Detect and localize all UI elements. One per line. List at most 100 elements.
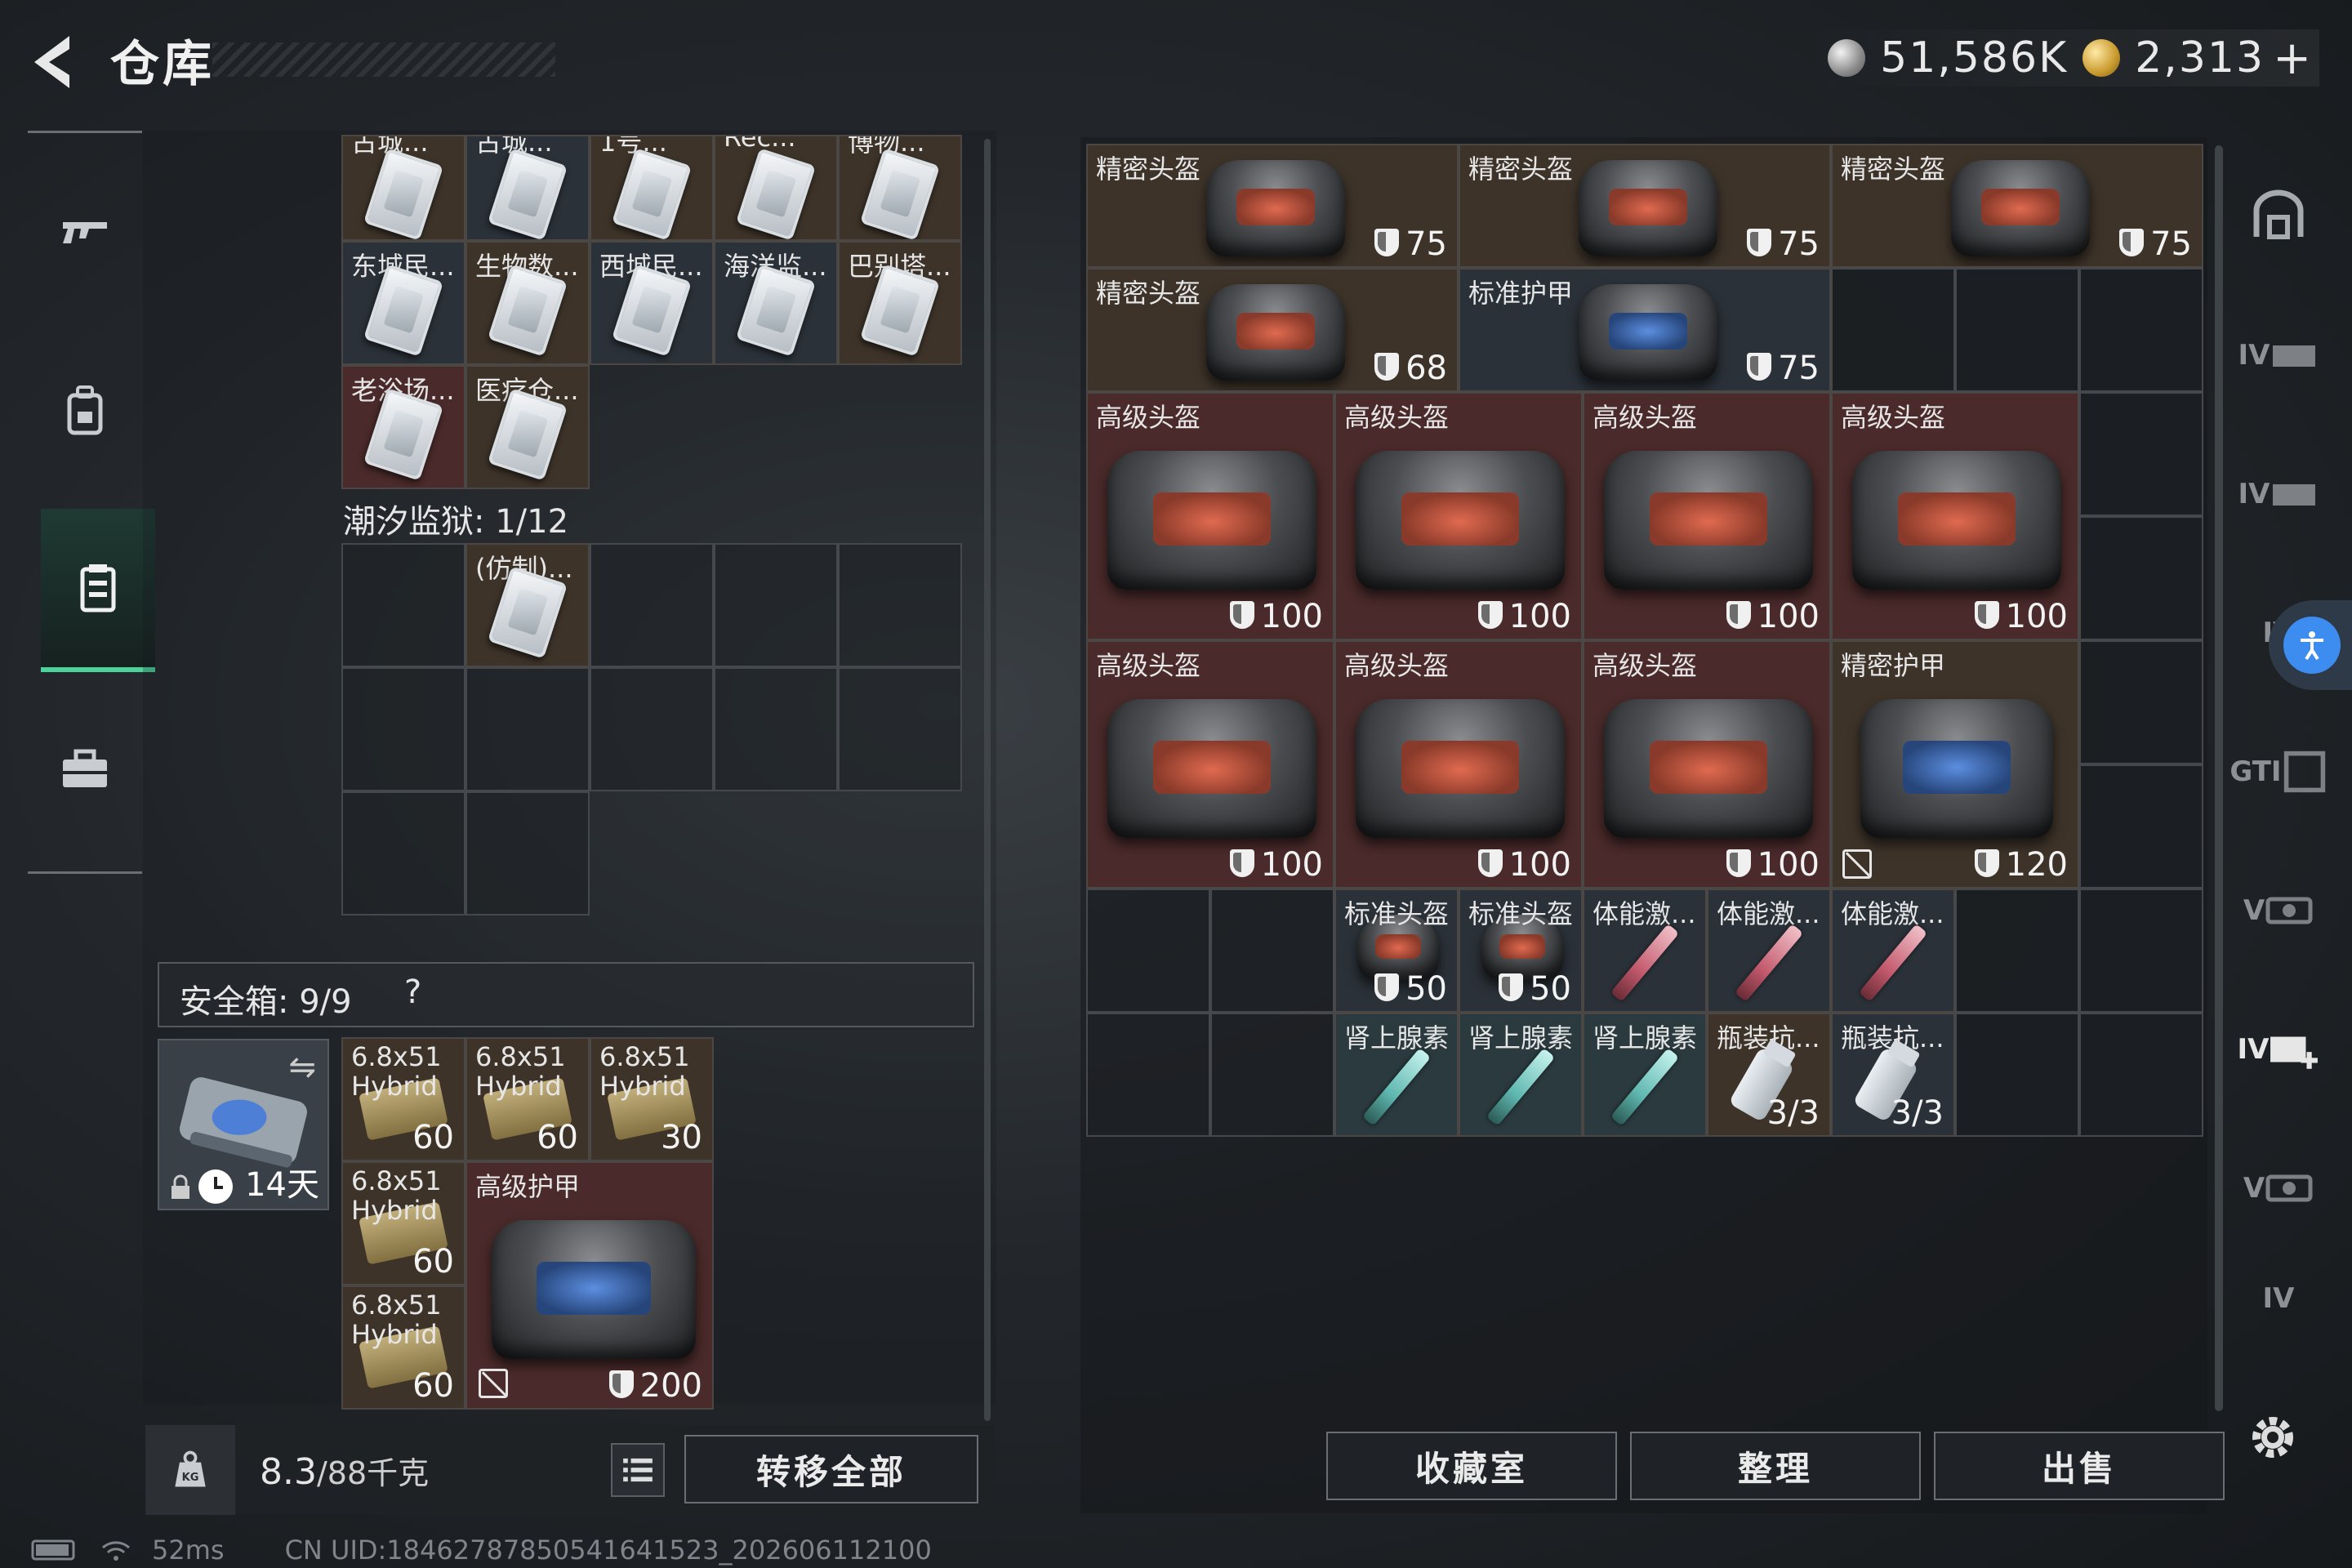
empty-slot[interactable] [2079,889,2203,1013]
storage-page-tab[interactable]: V [2230,841,2328,980]
access-card-item[interactable]: 博物... [838,135,962,241]
access-card-item[interactable]: 老浴场... [341,365,466,489]
helmet-item[interactable]: 精密头盔 75 [1831,144,2203,268]
sidebar-item-storage[interactable] [41,509,155,672]
empty-slot[interactable] [2079,392,2203,516]
storage-page-tab[interactable]: IV [2230,425,2328,564]
storage-page-tab[interactable]: IV [2230,1258,2328,1339]
adrenaline-item[interactable]: 肾上腺素 [1334,1013,1459,1137]
access-card-item[interactable]: 医疗仓... [466,365,590,489]
empty-slot[interactable] [1955,268,2079,392]
adrenaline-item[interactable]: 肾上腺素 [1583,1013,1707,1137]
transfer-all-button[interactable]: 转移全部 [684,1435,978,1503]
add-container-icon [2270,1036,2319,1069]
empty-slot[interactable] [1210,889,1334,1013]
access-card-item[interactable]: 生物数... [466,241,590,365]
back-button[interactable] [24,29,82,95]
list-view-button[interactable] [611,1443,665,1497]
empty-slot[interactable] [341,667,466,791]
empty-slot[interactable] [1086,1013,1210,1137]
helmet-item[interactable]: 高级头盔 100 [1086,640,1334,889]
storage-page-add-tab[interactable]: IV [2230,980,2328,1119]
empty-slot[interactable] [838,543,962,667]
swap-icon[interactable]: ⇋ [288,1049,316,1086]
sidebar-item-backpack[interactable] [28,329,142,492]
access-card-item[interactable]: (仿制)... [466,543,590,667]
access-card-item[interactable]: 海洋监... [714,241,838,365]
adrenaline-item[interactable]: 肾上腺素 [1459,1013,1583,1137]
storage-page-tab[interactable]: V [2230,1119,2328,1258]
ammo-item[interactable]: 6.8x51 Hybrid 60 [341,1285,466,1410]
empty-slot[interactable] [466,667,590,791]
empty-slot[interactable] [2079,268,2203,392]
safe-box-container[interactable]: ⇋ 14天 [158,1039,329,1210]
medicine-bottle-item[interactable]: 瓶装抗... 3/3 [1831,1013,1955,1137]
empty-slot[interactable] [838,667,962,791]
stim-item[interactable]: 体能激... [1831,889,1955,1013]
ammo-item[interactable]: 6.8x51 Hybrid 60 [341,1161,466,1285]
backpack-scrollbar[interactable] [984,139,991,1421]
helmet-item[interactable]: 高级头盔 100 [1583,640,1831,889]
ammo-item[interactable]: 6.8x51 Hybrid 30 [590,1037,714,1161]
empty-slot[interactable] [2079,640,2203,764]
helmet-item[interactable]: 高级头盔 100 [1086,392,1334,640]
empty-slot[interactable] [2079,516,2203,640]
empty-slot[interactable] [1210,1013,1334,1137]
access-card-item[interactable]: 巴别塔... [838,241,962,365]
item-label: 肾上腺素 [1592,1022,1698,1054]
ammo-item[interactable]: 6.8x51 Hybrid 60 [466,1037,590,1161]
helmet-item[interactable]: 精密头盔 75 [1086,144,1459,268]
helmet-item[interactable]: 高级头盔 100 [1831,392,2079,640]
sell-button[interactable]: 出售 [1934,1432,2225,1500]
helmet-item[interactable]: 标准头盔 50 [1334,889,1459,1013]
access-card-item[interactable]: 古城... [466,135,590,241]
helmet-item[interactable]: 高级头盔 100 [1334,392,1583,640]
helmet-item[interactable]: 精密头盔 75 [1459,144,1831,268]
empty-slot[interactable] [2079,764,2203,889]
empty-slot[interactable] [1955,889,2079,1013]
storage-page-home[interactable] [2230,147,2328,286]
armor-item[interactable]: 精密护甲 120 [1831,640,2079,889]
empty-slot[interactable] [714,543,838,667]
item-count: 60 [412,1119,454,1156]
access-card-item[interactable]: 西城民... [590,241,714,365]
settings-button[interactable] [2244,1409,2301,1466]
access-card-item[interactable]: 古城... [341,135,466,241]
empty-slot[interactable] [1955,1013,2079,1137]
empty-slot[interactable] [466,791,590,915]
empty-slot[interactable] [1086,889,1210,1013]
armor-item[interactable]: 高级护甲 200 [466,1161,714,1410]
empty-slot[interactable] [714,667,838,791]
accessibility-button[interactable] [2269,600,2352,690]
empty-slot[interactable] [1831,268,1955,392]
storage-scrollbar[interactable] [2215,145,2223,1411]
empty-slot[interactable] [590,543,714,667]
sidebar-item-toolbox[interactable] [28,688,142,852]
ammo-item[interactable]: 6.8x51 Hybrid 60 [341,1037,466,1161]
empty-slot[interactable] [2079,1013,2203,1137]
helmet-item[interactable]: 高级头盔 100 [1334,640,1583,889]
add-currency-button[interactable]: + [2273,32,2311,85]
stim-item[interactable]: 体能激... [1583,889,1707,1013]
empty-slot[interactable] [341,791,466,915]
sidebar-item-weapons[interactable] [28,149,142,313]
empty-slot[interactable] [341,543,466,667]
collection-room-button[interactable]: 收藏室 [1326,1432,1617,1500]
access-card-item[interactable]: Rec... [714,135,838,241]
armor-item[interactable]: 标准护甲 75 [1459,268,1831,392]
storage-page-tab[interactable]: GTI [2230,702,2328,841]
storage-page-tab[interactable]: IV [2230,286,2328,425]
access-card-item[interactable]: 东城民... [341,241,466,365]
organize-button[interactable]: 整理 [1630,1432,1921,1500]
weight-lock-button[interactable]: KG [145,1425,235,1515]
stim-item[interactable]: 体能激... [1707,889,1831,1013]
shield-icon [1374,229,1400,256]
access-card-item[interactable]: 1号... [590,135,714,241]
helmet-item[interactable]: 高级头盔 100 [1583,392,1831,640]
helmet-item[interactable]: 精密头盔 68 [1086,268,1459,392]
helmet-icon [1579,160,1717,256]
medicine-bottle-item[interactable]: 瓶装抗... 3/3 [1707,1013,1831,1137]
helmet-item[interactable]: 标准头盔 50 [1459,889,1583,1013]
safe-box-help-button[interactable]: ? [404,973,421,1011]
empty-slot[interactable] [590,667,714,791]
